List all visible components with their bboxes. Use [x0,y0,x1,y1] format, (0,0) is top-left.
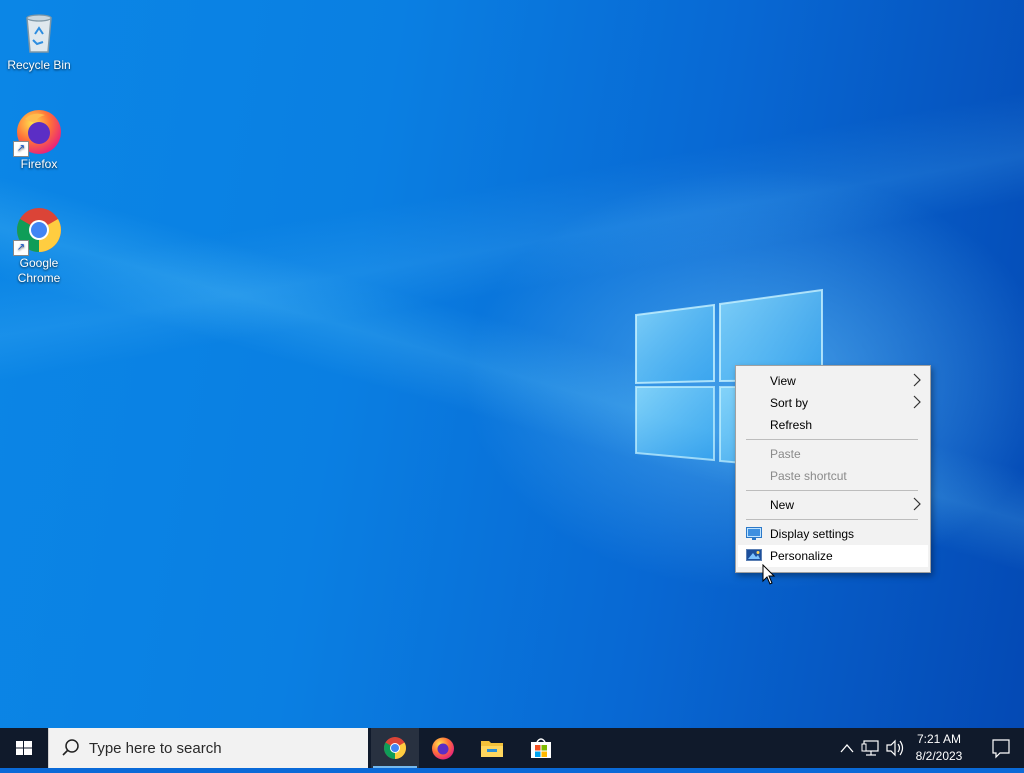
shortcut-arrow-icon: ↗ [13,240,29,256]
menu-item-sort-by[interactable]: Sort by [738,392,928,414]
menu-item-label: Personalize [770,549,833,563]
menu-item-label: Display settings [770,527,855,541]
store-icon [531,738,551,758]
chevron-right-icon [913,395,921,409]
search-icon [62,739,79,756]
notification-icon [992,739,1010,759]
desktop-icon-firefox[interactable]: ↗ Firefox [1,101,77,172]
menu-item-label: Sort by [770,396,809,410]
menu-item-label: Refresh [770,418,813,432]
clock-time: 7:21 AM [916,732,962,746]
personalize-icon [746,549,762,561]
network-icon [861,740,879,756]
chevron-up-icon [840,744,854,753]
menu-item-paste[interactable]: Paste [738,443,928,465]
taskbar-app-microsoft-store[interactable] [517,728,565,768]
menu-item-paste-shortcut[interactable]: Paste shortcut [738,465,928,487]
chrome-icon: ↗ [13,206,63,256]
firefox-icon [432,737,454,760]
desktop-icon-google-chrome[interactable]: ↗ Google Chrome [1,200,77,286]
menu-item-new[interactable]: New [738,494,928,516]
menu-item-refresh[interactable]: Refresh [738,414,928,436]
desktop-context-menu: View Sort by Refresh Paste Paste shortcu… [735,365,931,573]
taskbar-app-chrome[interactable] [371,728,419,768]
speaker-icon [886,739,904,757]
desktop-icon-recycle-bin[interactable]: Recycle Bin [1,2,77,73]
chrome-icon [384,737,406,759]
desktop-icon-label: Google Chrome [17,256,61,285]
recycle-bin-icon [15,8,63,56]
shortcut-arrow-icon: ↗ [13,141,29,157]
folder-icon [481,741,503,757]
chevron-right-icon [913,373,921,387]
search-placeholder: Type here to search [89,740,222,757]
menu-item-view[interactable]: View [738,370,928,392]
menu-separator [746,519,918,520]
menu-separator [746,439,918,440]
clock-date: 8/2/2023 [915,749,963,763]
taskbar-search-box[interactable]: Type here to search [48,728,368,768]
taskbar: Type here to search 7:21 AM 8/2/2023 [0,728,1024,768]
taskbar-app-firefox[interactable] [419,728,467,768]
menu-item-label: Paste [770,447,801,461]
desktop-icon-label: Recycle Bin [7,58,71,72]
display-icon [746,527,762,540]
chevron-right-icon [913,497,921,511]
start-button[interactable] [0,728,48,768]
windows-start-icon [16,741,32,755]
mouse-cursor-icon [762,564,776,585]
desktop-icon-label: Firefox [20,157,58,171]
tray-network[interactable] [861,728,881,768]
wallpaper-light-beam [0,0,1024,728]
menu-item-label: New [770,498,795,512]
menu-item-display-settings[interactable]: Display settings [738,523,928,545]
firefox-icon: ↗ [13,107,63,157]
taskbar-clock[interactable]: 7:21 AM 8/2/2023 [905,728,973,768]
desktop-wallpaper[interactable] [0,0,1024,728]
tray-show-hidden-icons[interactable] [838,728,856,768]
action-center-button[interactable] [978,728,1024,768]
menu-item-label: View [770,374,796,388]
menu-separator [746,490,918,491]
taskbar-app-file-explorer[interactable] [468,728,516,768]
tray-volume[interactable] [885,728,905,768]
menu-item-label: Paste shortcut [770,469,847,483]
